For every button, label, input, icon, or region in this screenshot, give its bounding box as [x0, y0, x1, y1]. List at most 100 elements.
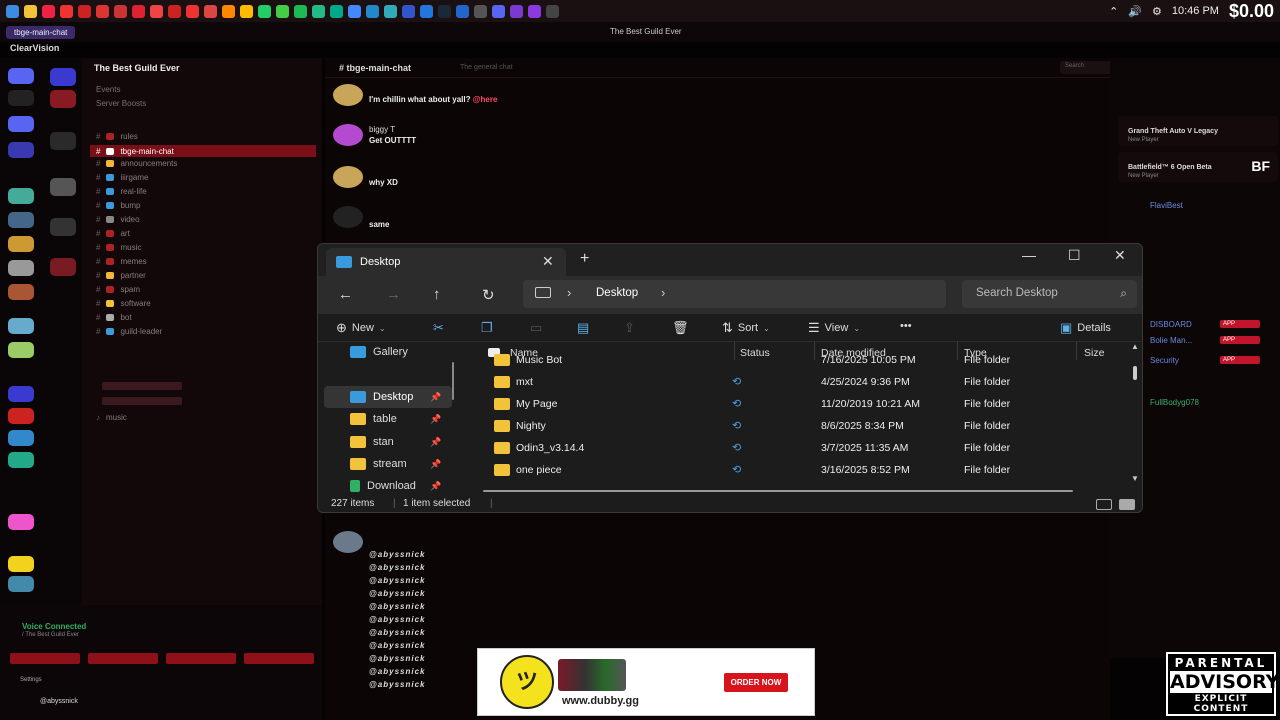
scroll-down-arrow[interactable]: ▼: [1131, 474, 1139, 483]
maximize-button[interactable]: ☐: [1068, 247, 1081, 264]
screen-share-button[interactable]: [88, 653, 158, 664]
dubby-ad-banner[interactable]: ツ www.dubby.gg ORDER NOW: [477, 648, 815, 716]
server-icon[interactable]: [8, 116, 34, 132]
avatar[interactable]: [333, 166, 363, 188]
activity-button[interactable]: [166, 653, 236, 664]
search-input[interactable]: Search Desktop: [976, 287, 1058, 299]
nav-item-download[interactable]: Download 📌: [350, 480, 441, 492]
channel-item-active[interactable]: # tbge-main-chat: [90, 145, 316, 157]
server-icon[interactable]: [50, 258, 76, 276]
nav-scrollbar[interactable]: [452, 362, 454, 400]
settings-link[interactable]: Settings: [20, 677, 42, 683]
app-icon[interactable]: [384, 4, 397, 18]
tiles-view-button[interactable]: [1119, 499, 1135, 510]
server-icon[interactable]: [8, 212, 34, 228]
search-icon[interactable]: ⌕: [1120, 286, 1127, 301]
current-user[interactable]: @abyssnick: [40, 698, 78, 705]
file-explorer-icon[interactable]: [24, 4, 37, 18]
details-button[interactable]: ▣ Details: [1060, 320, 1111, 336]
app-icon[interactable]: [546, 4, 559, 18]
discord-home-icon[interactable]: [8, 68, 34, 84]
up-button[interactable]: ↑: [433, 286, 441, 303]
chevron-right-icon[interactable]: ›: [661, 285, 665, 300]
channel-item[interactable]: # rules: [96, 132, 138, 141]
avatar[interactable]: [333, 531, 363, 553]
channel-item[interactable]: # announcements: [96, 159, 177, 168]
delete-button[interactable]: 🗑: [672, 320, 689, 336]
view-button[interactable]: ☰ View ⌄: [808, 320, 860, 336]
explorer-tab[interactable]: Desktop ✕: [326, 248, 566, 276]
search-box[interactable]: Search Desktop ⌕: [962, 280, 1137, 308]
file-row[interactable]: Music Bot 7/16/2025 10:05 PM File folder: [494, 350, 1114, 372]
message-author[interactable]: biggy T: [369, 125, 395, 134]
voice-user[interactable]: [102, 397, 182, 405]
channel-item[interactable]: # video: [96, 215, 140, 224]
events-item[interactable]: Events: [96, 85, 120, 94]
server-icon[interactable]: [8, 452, 34, 468]
share-button[interactable]: ⇪: [624, 320, 635, 336]
server-icon[interactable]: [50, 178, 76, 196]
minimize-button[interactable]: —: [1022, 247, 1036, 263]
discord-tab[interactable]: tbge-main-chat: [6, 25, 76, 39]
app-icon[interactable]: [96, 4, 109, 18]
member-item[interactable]: FlaviBest: [1150, 201, 1183, 210]
back-button[interactable]: ←: [338, 286, 353, 303]
avatar[interactable]: [333, 206, 363, 228]
server-icon[interactable]: [8, 514, 34, 530]
app-icon[interactable]: [456, 4, 469, 18]
chrome-icon[interactable]: [42, 4, 55, 18]
channel-item[interactable]: # bump: [96, 201, 140, 210]
nav-item-stream[interactable]: stream 📌: [350, 458, 441, 470]
server-icon[interactable]: [50, 218, 76, 236]
channel-item[interactable]: # real-life: [96, 187, 147, 196]
close-icon[interactable]: ✕: [542, 253, 554, 270]
edge-icon[interactable]: [330, 4, 343, 18]
channel-item[interactable]: # iiirgame: [96, 173, 148, 182]
nav-item-gallery[interactable]: Gallery: [350, 346, 408, 358]
copy-button[interactable]: ❐: [481, 320, 493, 336]
nav-item-desktop[interactable]: Desktop 📌: [350, 391, 441, 403]
server-icon[interactable]: [8, 260, 34, 276]
app-icon[interactable]: [204, 4, 217, 18]
chevron-up-icon[interactable]: ⌃: [1109, 5, 1118, 18]
app-icon[interactable]: [420, 4, 433, 18]
member-item[interactable]: FullBodyg078: [1150, 398, 1199, 407]
activity-card[interactable]: Grand Theft Auto V Legacy New Player: [1118, 116, 1278, 146]
forward-button[interactable]: →: [386, 286, 401, 303]
server-icon[interactable]: [50, 132, 76, 150]
server-icon[interactable]: [8, 386, 34, 402]
chevron-right-icon[interactable]: ›: [567, 285, 571, 300]
avatar[interactable]: [333, 84, 363, 106]
app-icon[interactable]: [276, 4, 289, 18]
server-icon[interactable]: [8, 236, 34, 252]
ad-url[interactable]: www.dubby.gg: [562, 695, 639, 707]
channel-item[interactable]: # art: [96, 229, 130, 238]
new-tab-button[interactable]: +: [580, 250, 589, 268]
nav-item-table[interactable]: table 📌: [350, 413, 441, 425]
server-icon[interactable]: [8, 556, 34, 572]
member-item[interactable]: Bolie Man...: [1150, 336, 1192, 345]
volume-icon[interactable]: 🔊: [1128, 5, 1142, 18]
app-icon[interactable]: [510, 4, 523, 18]
app-icon[interactable]: [528, 4, 541, 18]
horizontal-scrollbar[interactable]: [483, 490, 1073, 492]
voice-user[interactable]: [102, 382, 182, 390]
app-icon[interactable]: [78, 4, 91, 18]
app-icon[interactable]: [402, 4, 415, 18]
order-now-button[interactable]: ORDER NOW: [724, 673, 788, 692]
camera-button[interactable]: [10, 653, 80, 664]
app-icon[interactable]: [312, 4, 325, 18]
server-icon[interactable]: [8, 430, 34, 446]
new-button[interactable]: ⊕ New ⌄: [336, 320, 386, 336]
app-icon[interactable]: [168, 4, 181, 18]
nav-item-stan[interactable]: stan 📌: [350, 436, 441, 448]
server-icon[interactable]: [8, 188, 34, 204]
channel-item[interactable]: # bot: [96, 313, 132, 322]
app-icon[interactable]: [186, 4, 199, 18]
soundboard-button[interactable]: [244, 653, 314, 664]
vertical-scrollbar-thumb[interactable]: [1133, 366, 1137, 380]
details-view-button[interactable]: [1096, 499, 1112, 510]
voice-channel[interactable]: ♪ music: [96, 413, 127, 422]
close-window-button[interactable]: ✕: [1114, 247, 1126, 264]
server-boosts-item[interactable]: Server Boosts: [96, 99, 146, 108]
